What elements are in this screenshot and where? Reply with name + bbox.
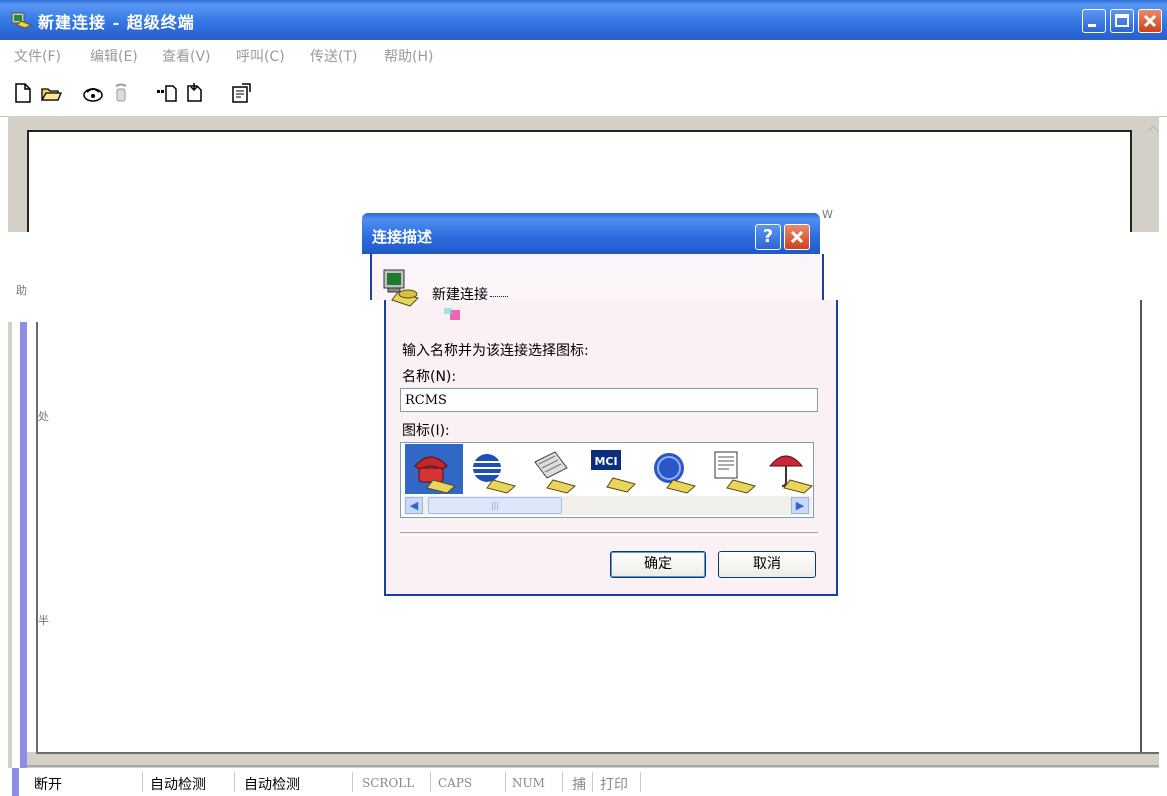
terminal-border bbox=[27, 765, 1159, 767]
terminal-border bbox=[36, 322, 38, 754]
terminal-border bbox=[36, 752, 1159, 754]
menu-help[interactable]: 帮助(H) bbox=[384, 46, 433, 66]
status-print: 打印 bbox=[600, 777, 628, 793]
close-button[interactable] bbox=[1138, 9, 1162, 33]
terminal-text: 处 bbox=[38, 410, 49, 423]
cancel-button[interactable]: 取消 bbox=[718, 551, 816, 578]
new-icon[interactable] bbox=[12, 82, 34, 104]
scroll-right-icon[interactable]: ▶ bbox=[791, 497, 809, 514]
name-label: 名称(N): bbox=[402, 369, 457, 385]
menu-edit[interactable]: 编辑(E) bbox=[90, 46, 138, 66]
menu-file[interactable]: 文件(F) bbox=[14, 46, 61, 66]
icon-label: 图标(I): bbox=[402, 423, 450, 439]
artifact-icon bbox=[444, 308, 460, 320]
status-capture: 捕 bbox=[572, 777, 586, 793]
send-icon[interactable] bbox=[156, 82, 178, 104]
svg-text:MCI: MCI bbox=[594, 455, 617, 468]
menu-transfer[interactable]: 传送(T) bbox=[310, 46, 357, 66]
status-separator bbox=[562, 772, 563, 792]
status-separator bbox=[505, 772, 506, 792]
scrollbar-thumb[interactable]: ||| bbox=[428, 497, 562, 514]
maximize-icon bbox=[1115, 14, 1129, 27]
scroll-left-icon[interactable]: ◀ bbox=[405, 497, 423, 514]
terminal-text: 半 bbox=[38, 614, 49, 627]
terminal-edge bbox=[12, 322, 20, 784]
ge-icon[interactable] bbox=[647, 446, 701, 494]
dialog-prompt: 输入名称并为该连接选择图标: bbox=[402, 343, 589, 359]
status-detect: 自动检测 bbox=[150, 777, 206, 793]
fax-icon[interactable] bbox=[527, 446, 581, 494]
status-separator bbox=[592, 772, 593, 792]
globe-icon[interactable] bbox=[467, 446, 521, 494]
receive-icon[interactable] bbox=[184, 82, 206, 104]
help-button[interactable]: ? bbox=[755, 224, 781, 250]
dialog-close-button[interactable] bbox=[784, 224, 810, 250]
hangup-icon[interactable] bbox=[110, 82, 132, 104]
maximize-button[interactable] bbox=[1110, 9, 1134, 33]
status-caps: CAPS bbox=[438, 776, 473, 790]
minimize-icon bbox=[1088, 24, 1096, 27]
status-separator bbox=[352, 772, 353, 792]
window-title: 新建连接 - 超级终端 bbox=[38, 13, 195, 32]
terminal-edge-stripe bbox=[20, 322, 27, 784]
menu-view[interactable]: 查看(V) bbox=[162, 46, 211, 66]
terminal-text: W bbox=[822, 208, 833, 221]
terminal-text: 助 bbox=[16, 284, 27, 297]
document-phone-icon[interactable] bbox=[707, 446, 761, 494]
status-separator bbox=[142, 772, 143, 792]
close-icon bbox=[790, 230, 804, 244]
umbrella-icon[interactable] bbox=[764, 446, 818, 494]
status-separator bbox=[430, 772, 431, 792]
minimize-button[interactable] bbox=[1082, 9, 1106, 33]
status-num: NUM bbox=[512, 776, 545, 790]
status-separator bbox=[640, 772, 641, 792]
menu-call[interactable]: 呼叫(C) bbox=[236, 46, 285, 66]
connection-name-input[interactable] bbox=[400, 388, 818, 412]
call-icon[interactable] bbox=[82, 82, 104, 104]
help-icon: ? bbox=[762, 226, 774, 247]
ellipsis-dots bbox=[490, 296, 508, 297]
dialog-title: 连接描述 bbox=[372, 228, 433, 246]
phone-icon[interactable] bbox=[407, 446, 461, 494]
status-separator bbox=[234, 772, 235, 792]
mci-icon[interactable]: MCI bbox=[587, 446, 641, 494]
connection-name-display: 新建连接 bbox=[432, 287, 488, 303]
scroll-up-icon[interactable] bbox=[1143, 118, 1163, 138]
status-scroll: SCROLL bbox=[362, 776, 415, 790]
dialog-separator bbox=[400, 532, 818, 536]
status-detect: 自动检测 bbox=[244, 777, 300, 793]
ok-button[interactable]: 确定 bbox=[610, 551, 706, 578]
close-icon bbox=[1143, 14, 1157, 28]
status-connection: 断开 bbox=[34, 777, 62, 793]
connection-icon bbox=[383, 269, 419, 307]
status-edge-stripe bbox=[12, 768, 19, 796]
terminal-border bbox=[1140, 300, 1142, 754]
hyperterminal-icon bbox=[11, 12, 33, 29]
open-icon[interactable] bbox=[40, 82, 62, 104]
properties-icon[interactable] bbox=[230, 82, 252, 104]
